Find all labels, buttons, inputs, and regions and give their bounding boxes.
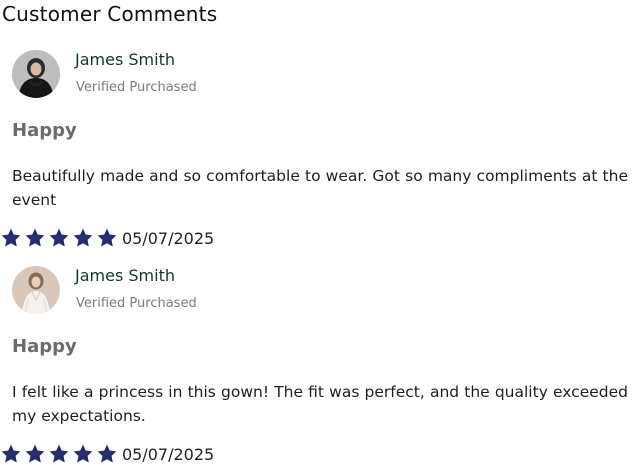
rating-row: 05/07/2025 (0, 442, 214, 465)
avatar (12, 266, 60, 314)
section-title: Customer Comments (2, 2, 218, 26)
rating-row: 05/07/2025 (0, 226, 214, 250)
comment-date: 05/07/2025 (122, 228, 215, 248)
star-icon (72, 443, 94, 465)
comment-card: James Smith Verified Purchased Happy I f… (0, 264, 639, 465)
author-name: James Smith (75, 50, 175, 69)
author-name: James Smith (75, 266, 175, 285)
star-icon (72, 227, 94, 249)
comment-headline: Happy (12, 336, 77, 357)
comment-date: 05/07/2025 (122, 444, 215, 464)
comment-headline: Happy (12, 120, 77, 141)
star-icon (24, 443, 46, 465)
star-icon (24, 227, 46, 249)
star-icon (48, 443, 70, 465)
avatar (12, 50, 60, 98)
star-icon (96, 227, 118, 249)
customer-comments-section: Customer Comments James Smith Verified P… (0, 0, 639, 465)
star-icon (96, 443, 118, 465)
star-icon (0, 443, 22, 465)
star-icon (0, 227, 22, 249)
comment-body: Beautifully made and so comfortable to w… (12, 167, 628, 209)
verified-label: Verified Purchased (76, 296, 197, 311)
star-icon (48, 227, 70, 249)
verified-label: Verified Purchased (76, 80, 197, 95)
comment-body: I felt like a princess in this gown! The… (12, 383, 628, 425)
comment-card: James Smith Verified Purchased Happy Bea… (0, 48, 639, 264)
